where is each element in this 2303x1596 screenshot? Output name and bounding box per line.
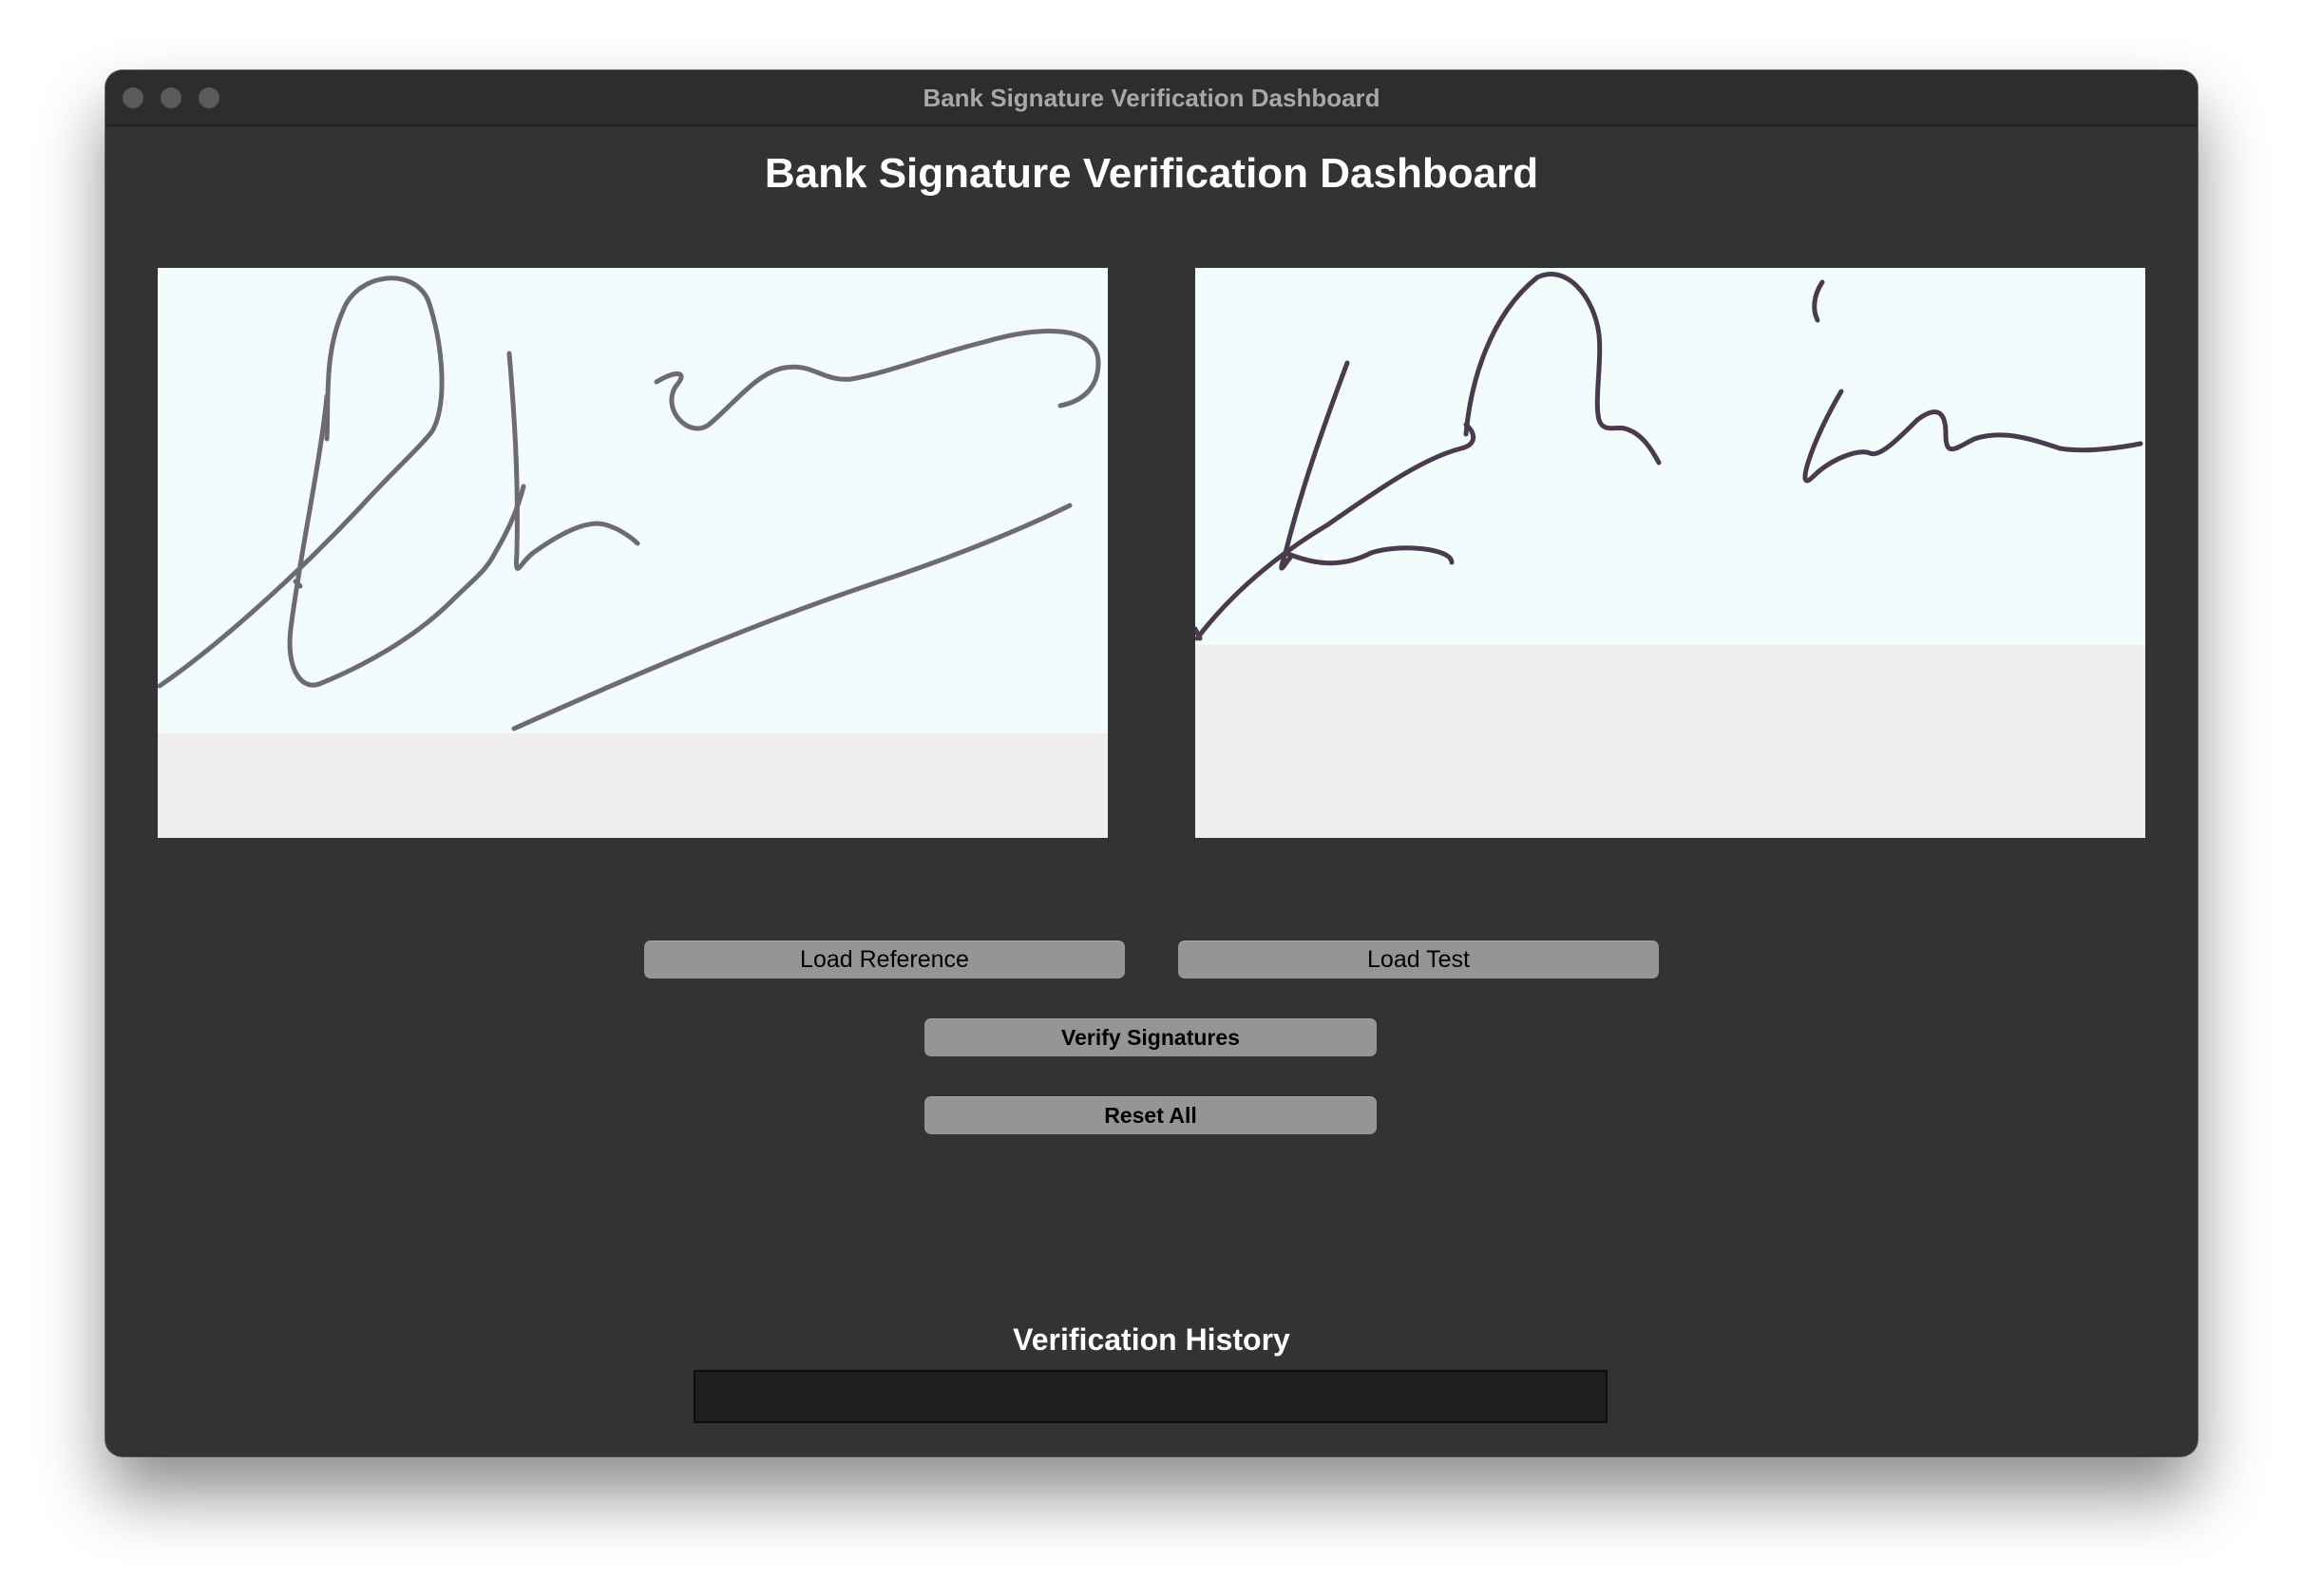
page-title: Bank Signature Verification Dashboard (764, 150, 1539, 197)
verify-signatures-button[interactable]: Verify Signatures (924, 1018, 1377, 1056)
verification-history-list[interactable] (694, 1370, 1608, 1423)
window-title: Bank Signature Verification Dashboard (923, 84, 1380, 112)
verification-history-heading: Verification History (1013, 1322, 1290, 1357)
test-signature-panel (1195, 268, 2145, 838)
reference-signature-image (158, 268, 1108, 733)
reset-all-button[interactable]: Reset All (924, 1096, 1377, 1134)
load-test-button[interactable]: Load Test (1178, 940, 1659, 978)
reference-signature-panel (158, 268, 1108, 838)
app-window: Bank Signature Verification Dashboard Ba… (105, 70, 2198, 1456)
test-signature-image (1195, 268, 2145, 645)
title-bar[interactable]: Bank Signature Verification Dashboard (105, 70, 2198, 126)
load-reference-button[interactable]: Load Reference (644, 940, 1125, 978)
